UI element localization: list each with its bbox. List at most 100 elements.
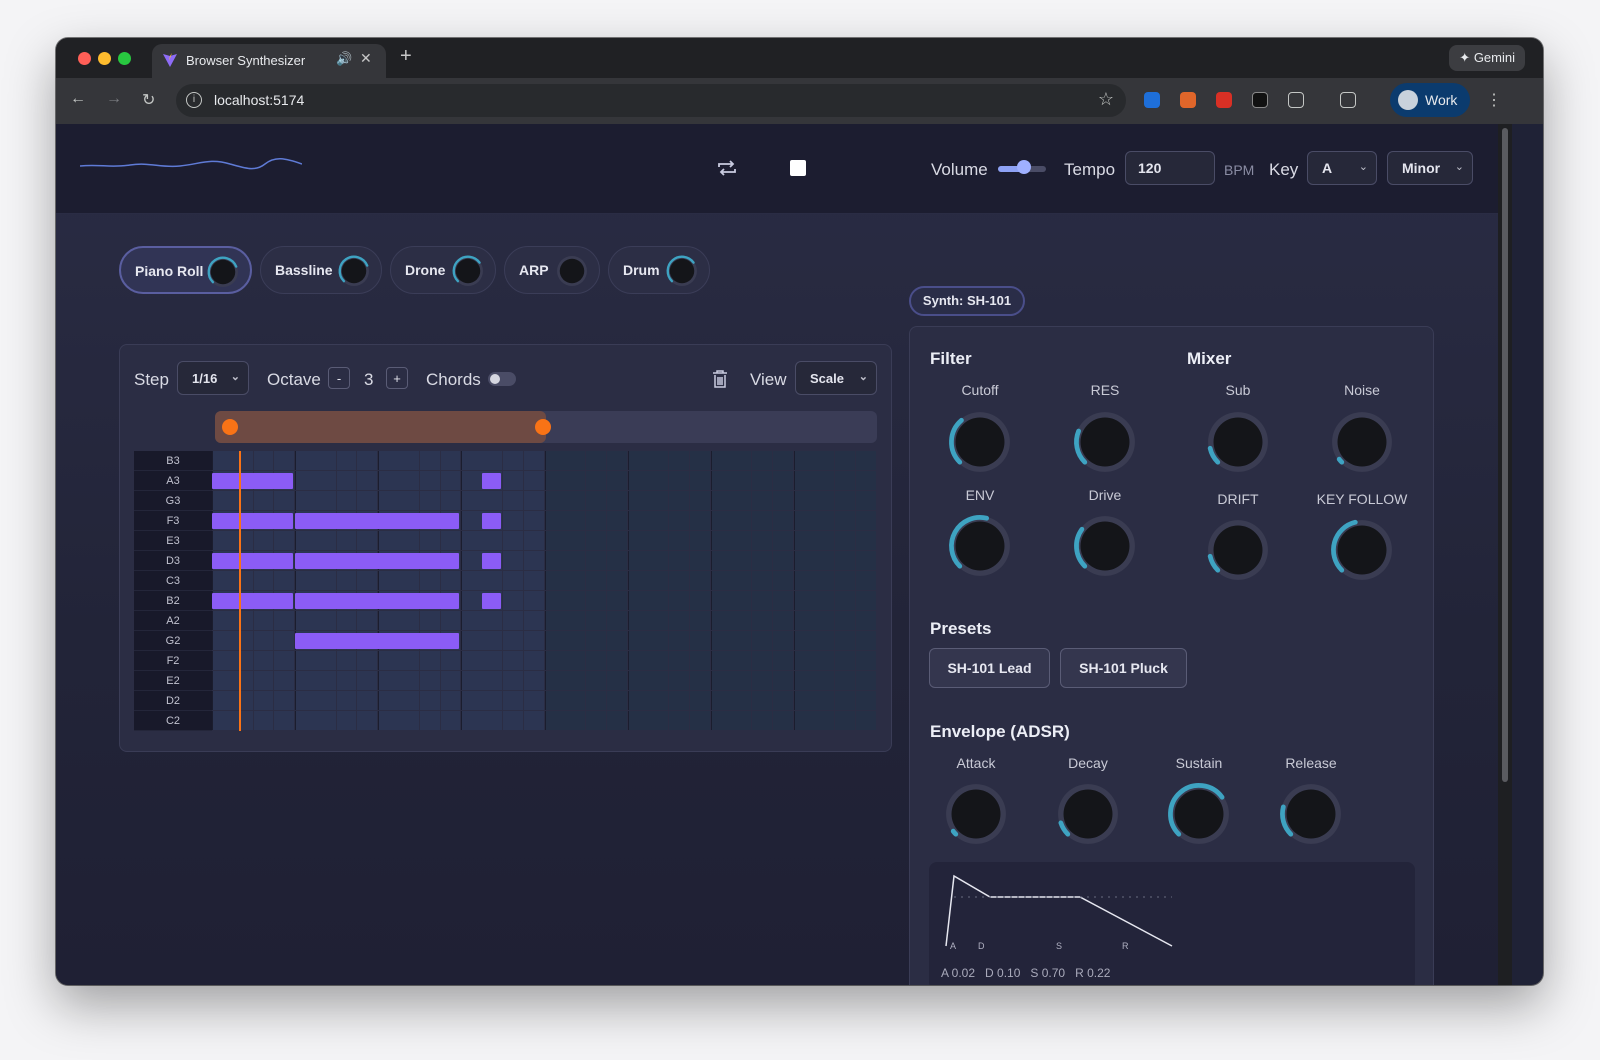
grid-cell[interactable] xyxy=(835,551,856,570)
decay-knob[interactable] xyxy=(1054,780,1122,848)
grid-cell[interactable] xyxy=(544,511,566,530)
stop-icon[interactable] xyxy=(790,160,806,176)
octave-decrement-button[interactable]: - xyxy=(328,367,350,389)
grid-cell[interactable] xyxy=(648,651,669,670)
grid-cell[interactable] xyxy=(274,711,295,730)
grid-cell[interactable] xyxy=(274,651,295,670)
grid-cell[interactable] xyxy=(482,711,502,730)
grid-cell[interactable] xyxy=(461,651,483,670)
grid-cell[interactable] xyxy=(440,671,461,690)
grid-cell[interactable] xyxy=(669,611,689,630)
grid-cell[interactable] xyxy=(669,711,689,730)
grid-cell[interactable] xyxy=(212,451,233,470)
note-block[interactable] xyxy=(482,593,501,609)
grid-cell[interactable] xyxy=(232,691,253,710)
grid-cell[interactable] xyxy=(814,551,835,570)
grid-cell[interactable] xyxy=(710,591,732,610)
grid-cell[interactable] xyxy=(689,671,710,690)
grid-cell[interactable] xyxy=(544,451,566,470)
grid-cell[interactable] xyxy=(835,651,856,670)
grid-cell[interactable] xyxy=(586,671,606,690)
grid-cell[interactable] xyxy=(565,671,586,690)
grid-cell[interactable] xyxy=(586,611,606,630)
grid-cell[interactable] xyxy=(482,691,502,710)
grid-cell[interactable] xyxy=(814,471,835,490)
grid-cell[interactable] xyxy=(606,551,627,570)
grid-cell[interactable] xyxy=(773,571,793,590)
grid-cell[interactable] xyxy=(461,631,483,650)
grid-cell[interactable] xyxy=(357,611,378,630)
grid-cell[interactable] xyxy=(565,531,586,550)
grid-cell[interactable] xyxy=(586,571,606,590)
grid-cell[interactable] xyxy=(523,511,544,530)
grid-cell[interactable] xyxy=(689,591,710,610)
grid-cell[interactable] xyxy=(461,531,483,550)
grid-cell[interactable] xyxy=(689,711,710,730)
grid-cell[interactable] xyxy=(627,591,649,610)
grid-cell[interactable] xyxy=(835,631,856,650)
reload-icon[interactable]: ↻ xyxy=(142,90,155,110)
grid-cell[interactable] xyxy=(212,531,233,550)
grid-cell[interactable] xyxy=(752,591,773,610)
grid-cell[interactable] xyxy=(627,571,649,590)
grid-cell[interactable] xyxy=(814,571,835,590)
grid-cell[interactable] xyxy=(856,631,876,650)
profile-button[interactable]: Work xyxy=(1390,83,1470,117)
grid-cell[interactable] xyxy=(336,571,357,590)
grid-cell[interactable] xyxy=(627,531,649,550)
grid-cell[interactable] xyxy=(689,631,710,650)
preset-button[interactable]: SH-101 Lead xyxy=(929,648,1050,688)
grid-cell[interactable] xyxy=(731,511,752,530)
grid-cell[interactable] xyxy=(253,491,274,510)
grid-cell[interactable] xyxy=(731,491,752,510)
grid-cell[interactable] xyxy=(793,651,815,670)
grid-cell[interactable] xyxy=(232,631,253,650)
grid-cell[interactable] xyxy=(752,651,773,670)
grid-cell[interactable] xyxy=(856,591,876,610)
grid-cell[interactable] xyxy=(689,551,710,570)
grid-cell[interactable] xyxy=(835,611,856,630)
grid-cell[interactable] xyxy=(648,671,669,690)
grid-cell[interactable] xyxy=(856,531,876,550)
grid-cell[interactable] xyxy=(731,471,752,490)
grid-cell[interactable] xyxy=(399,471,419,490)
grid-cell[interactable] xyxy=(336,531,357,550)
grid-cell[interactable] xyxy=(544,631,566,650)
grid-cell[interactable] xyxy=(835,531,856,550)
noise-knob[interactable] xyxy=(1328,408,1396,476)
grid-cell[interactable] xyxy=(793,531,815,550)
grid-cell[interactable] xyxy=(648,591,669,610)
grid-cell[interactable] xyxy=(731,651,752,670)
grid-cell[interactable] xyxy=(253,631,274,650)
grid-cell[interactable] xyxy=(399,671,419,690)
extensions-puzzle-icon[interactable] xyxy=(1288,92,1304,108)
grid-cell[interactable] xyxy=(648,631,669,650)
note-block[interactable] xyxy=(482,553,501,569)
note-block[interactable] xyxy=(482,513,501,529)
grid-cell[interactable] xyxy=(315,691,336,710)
grid-cell[interactable] xyxy=(378,611,400,630)
extension-snowflake-icon[interactable] xyxy=(1144,92,1160,108)
grid-cell[interactable] xyxy=(710,691,732,710)
grid-cell[interactable] xyxy=(648,491,669,510)
grid-cell[interactable] xyxy=(835,671,856,690)
grid-cell[interactable] xyxy=(336,451,357,470)
grid-cell[interactable] xyxy=(440,451,461,470)
grid-cell[interactable] xyxy=(336,491,357,510)
grid-cell[interactable] xyxy=(586,511,606,530)
grid-cell[interactable] xyxy=(274,691,295,710)
grid-cell[interactable] xyxy=(627,551,649,570)
grid-cell[interactable] xyxy=(419,571,440,590)
grid-cell[interactable] xyxy=(482,611,502,630)
note-block[interactable] xyxy=(295,593,460,609)
grid-cell[interactable] xyxy=(731,631,752,650)
grid-cell[interactable] xyxy=(648,571,669,590)
grid-cell[interactable] xyxy=(752,451,773,470)
track-volume-knob[interactable] xyxy=(206,255,240,289)
grid-cell[interactable] xyxy=(544,711,566,730)
playhead[interactable] xyxy=(239,451,242,731)
grid-cell[interactable] xyxy=(523,691,544,710)
grid-cell[interactable] xyxy=(378,571,400,590)
grid-cell[interactable] xyxy=(482,531,502,550)
grid-cell[interactable] xyxy=(689,451,710,470)
